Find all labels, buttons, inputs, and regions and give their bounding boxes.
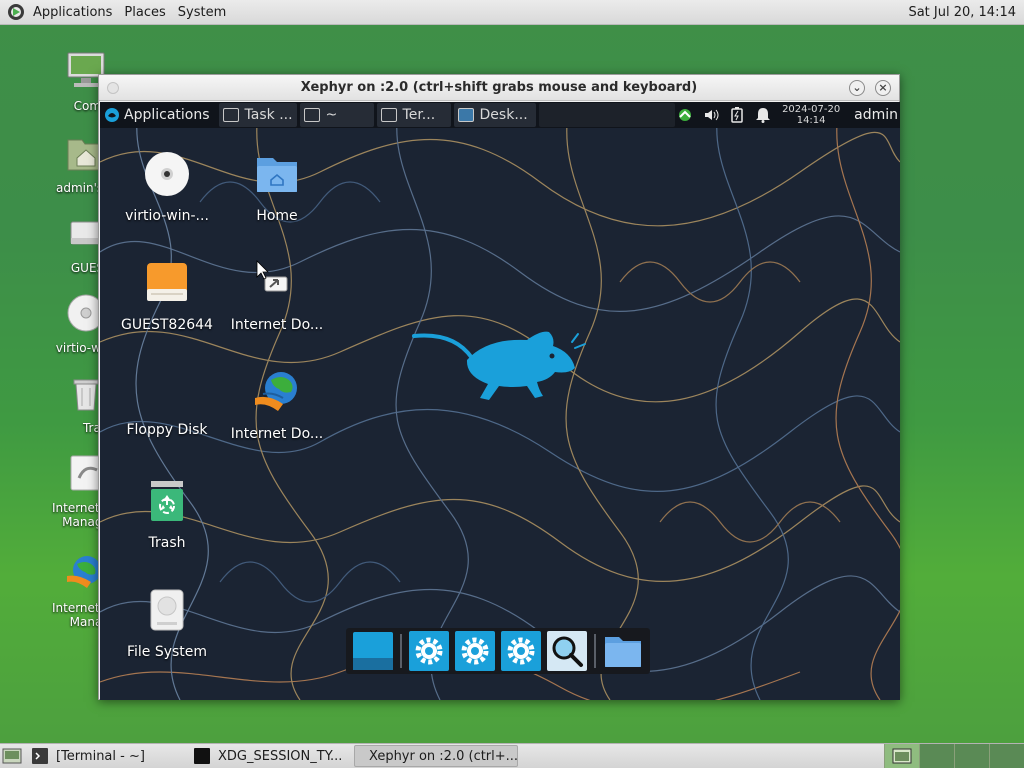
- bottom-panel: [Terminal - ~] XDG_SESSION_TY... Xephyr …: [0, 743, 1024, 768]
- window-title: Xephyr on :2.0 (ctrl+shift grabs mouse a…: [300, 80, 698, 95]
- desktop-icon-home[interactable]: Home: [227, 150, 327, 224]
- task-button-desktop[interactable]: Desk...: [453, 103, 536, 127]
- desktop-icon-label: Floppy Disk: [126, 422, 208, 438]
- clock[interactable]: Sat Jul 20, 14:14: [908, 0, 1016, 25]
- show-desktop-icon: [2, 748, 22, 764]
- desktop-icon-label: virtio-win-...: [125, 208, 209, 224]
- terminal-icon: [303, 108, 320, 122]
- panel-clock[interactable]: 2024-07-20 14:14: [776, 104, 846, 126]
- minimize-button[interactable]: ⌄: [849, 80, 865, 96]
- task-label: Task ...: [244, 107, 293, 123]
- top-panel: Applications Places System Sat Jul 20, 1…: [0, 0, 1024, 25]
- task-manager-icon: [222, 108, 239, 122]
- panel-date: 2024-07-20: [782, 104, 841, 115]
- applications-menu-button[interactable]: Applications: [100, 102, 216, 128]
- bell-icon[interactable]: [750, 102, 776, 128]
- volume-icon[interactable]: [698, 102, 724, 128]
- cdrom-icon: [145, 152, 189, 196]
- desktop-icon-trash[interactable]: Trash: [117, 477, 217, 551]
- drive-icon: [147, 263, 187, 301]
- window-menu-icon[interactable]: [107, 82, 119, 94]
- battery-icon[interactable]: [724, 102, 750, 128]
- desktop-icon-label: File System: [126, 644, 208, 660]
- xephyr-screen[interactable]: Applications Task ... ~ Ter... Desk... 2…: [100, 102, 900, 700]
- distro-logo-icon[interactable]: [7, 3, 25, 21]
- show-desktop-button[interactable]: [0, 745, 24, 767]
- dock-show-desktop[interactable]: [353, 630, 394, 672]
- window-titlebar[interactable]: Xephyr on :2.0 (ctrl+shift grabs mouse a…: [99, 75, 899, 101]
- desktop-icon-label: Internet Do...: [230, 317, 324, 333]
- show-desktop-icon: [353, 632, 394, 670]
- taskbar-item-xdg-session[interactable]: XDG_SESSION_TY...: [188, 745, 352, 767]
- dock-separator: [400, 634, 402, 668]
- terminal-icon: [380, 108, 397, 122]
- dock-file-manager[interactable]: [603, 630, 643, 672]
- menu-system[interactable]: System: [172, 0, 232, 25]
- taskbar-item-label: XDG_SESSION_TY...: [218, 748, 343, 764]
- desktop-icon-label: Home: [256, 208, 298, 224]
- settings-icon: [501, 631, 542, 671]
- xephyr-window[interactable]: Xephyr on :2.0 (ctrl+shift grabs mouse a…: [98, 74, 900, 700]
- system-tray: 2024-07-20 14:14 admin: [672, 102, 900, 128]
- desktop-icon: [457, 108, 474, 122]
- desktop-icon-floppy[interactable]: Floppy Disk: [117, 368, 217, 438]
- dock-settings-2[interactable]: [454, 630, 495, 672]
- xfce-panel: Applications Task ... ~ Ter... Desk... 2…: [100, 102, 900, 128]
- user-menu[interactable]: admin: [846, 107, 900, 123]
- menu-applications[interactable]: Applications: [27, 0, 118, 25]
- workspace-2[interactable]: [919, 744, 954, 768]
- desktop-icon-idm-shortcut[interactable]: Internet Do...: [227, 259, 327, 333]
- settings-icon: [408, 631, 449, 671]
- idm-globe-icon: [255, 372, 297, 411]
- folder-icon: [604, 637, 641, 667]
- task-button-terminal[interactable]: Ter...: [376, 103, 451, 127]
- taskbar-item-terminal[interactable]: [Terminal - ~]: [26, 745, 186, 767]
- desktop-icon-label: Internet Do...: [230, 426, 324, 442]
- workspace-4[interactable]: [989, 744, 1024, 768]
- trash-icon: [151, 481, 183, 521]
- search-icon: [547, 631, 588, 671]
- dock-settings-3[interactable]: [501, 630, 542, 672]
- desktop-icon-idm[interactable]: Internet Do...: [227, 368, 327, 442]
- dock-search[interactable]: [547, 630, 588, 672]
- floppy-icon: [143, 368, 191, 416]
- taskbar-item-label: Xephyr on :2.0 (ctrl+...: [369, 748, 518, 764]
- panel-empty-space: [538, 103, 675, 127]
- panel-time: 14:14: [796, 115, 826, 126]
- xfce-mouse-logo: [412, 331, 586, 400]
- close-button[interactable]: ×: [875, 80, 891, 96]
- task-button-task-manager[interactable]: Task ...: [218, 103, 297, 127]
- dock-settings-1[interactable]: [408, 630, 449, 672]
- home-folder-icon: [257, 158, 297, 192]
- desktop-icon-virtio[interactable]: virtio-win-...: [117, 150, 217, 224]
- terminal-icon: [194, 748, 210, 764]
- workspace-switcher: [884, 744, 1024, 768]
- taskbar-item-xephyr[interactable]: Xephyr on :2.0 (ctrl+...: [354, 745, 518, 767]
- network-icon[interactable]: [672, 102, 698, 128]
- task-button-terminal-home[interactable]: ~: [299, 103, 374, 127]
- xfce-logo-icon: [105, 108, 119, 122]
- desktop-icon-filesystem[interactable]: File System: [117, 586, 217, 660]
- desktop-icon-guest-drive[interactable]: GUEST82644: [117, 259, 217, 333]
- shortcut-icon: [256, 260, 288, 292]
- task-label: ~: [325, 107, 338, 123]
- terminal-icon: [32, 748, 48, 764]
- task-label: Desk...: [479, 107, 528, 123]
- task-label: Ter...: [402, 107, 436, 123]
- workspace-1[interactable]: [884, 744, 919, 768]
- desktop-icon-label: GUEST82644: [121, 317, 213, 333]
- applications-label: Applications: [124, 107, 210, 123]
- dock: [346, 628, 650, 674]
- settings-icon: [454, 631, 495, 671]
- taskbar-item-label: [Terminal - ~]: [56, 748, 145, 764]
- desktop-icon-label: Trash: [148, 535, 186, 551]
- dock-separator: [594, 634, 596, 668]
- workspace-3[interactable]: [954, 744, 989, 768]
- filesystem-icon: [150, 589, 184, 631]
- menu-places[interactable]: Places: [118, 0, 171, 25]
